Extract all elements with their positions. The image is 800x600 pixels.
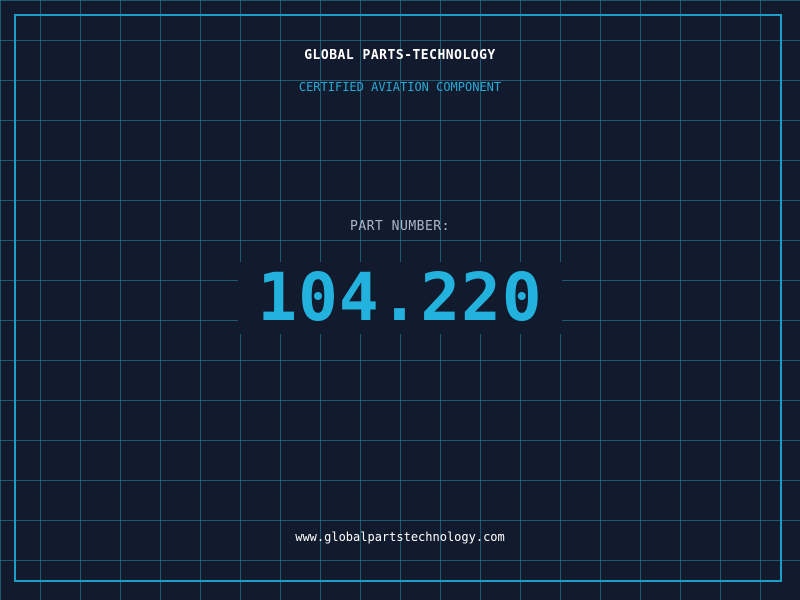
blueprint-canvas: GLOBAL PARTS-TECHNOLOGY CERTIFIED AVIATI… (0, 0, 800, 600)
website-url: www.globalpartstechnology.com (295, 530, 505, 544)
certification-subtitle: CERTIFIED AVIATION COMPONENT (298, 80, 502, 94)
part-number-value: 104.220 (257, 259, 543, 336)
company-name: GLOBAL PARTS-TECHNOLOGY (304, 48, 496, 63)
part-number-label: PART NUMBER: (350, 219, 450, 234)
